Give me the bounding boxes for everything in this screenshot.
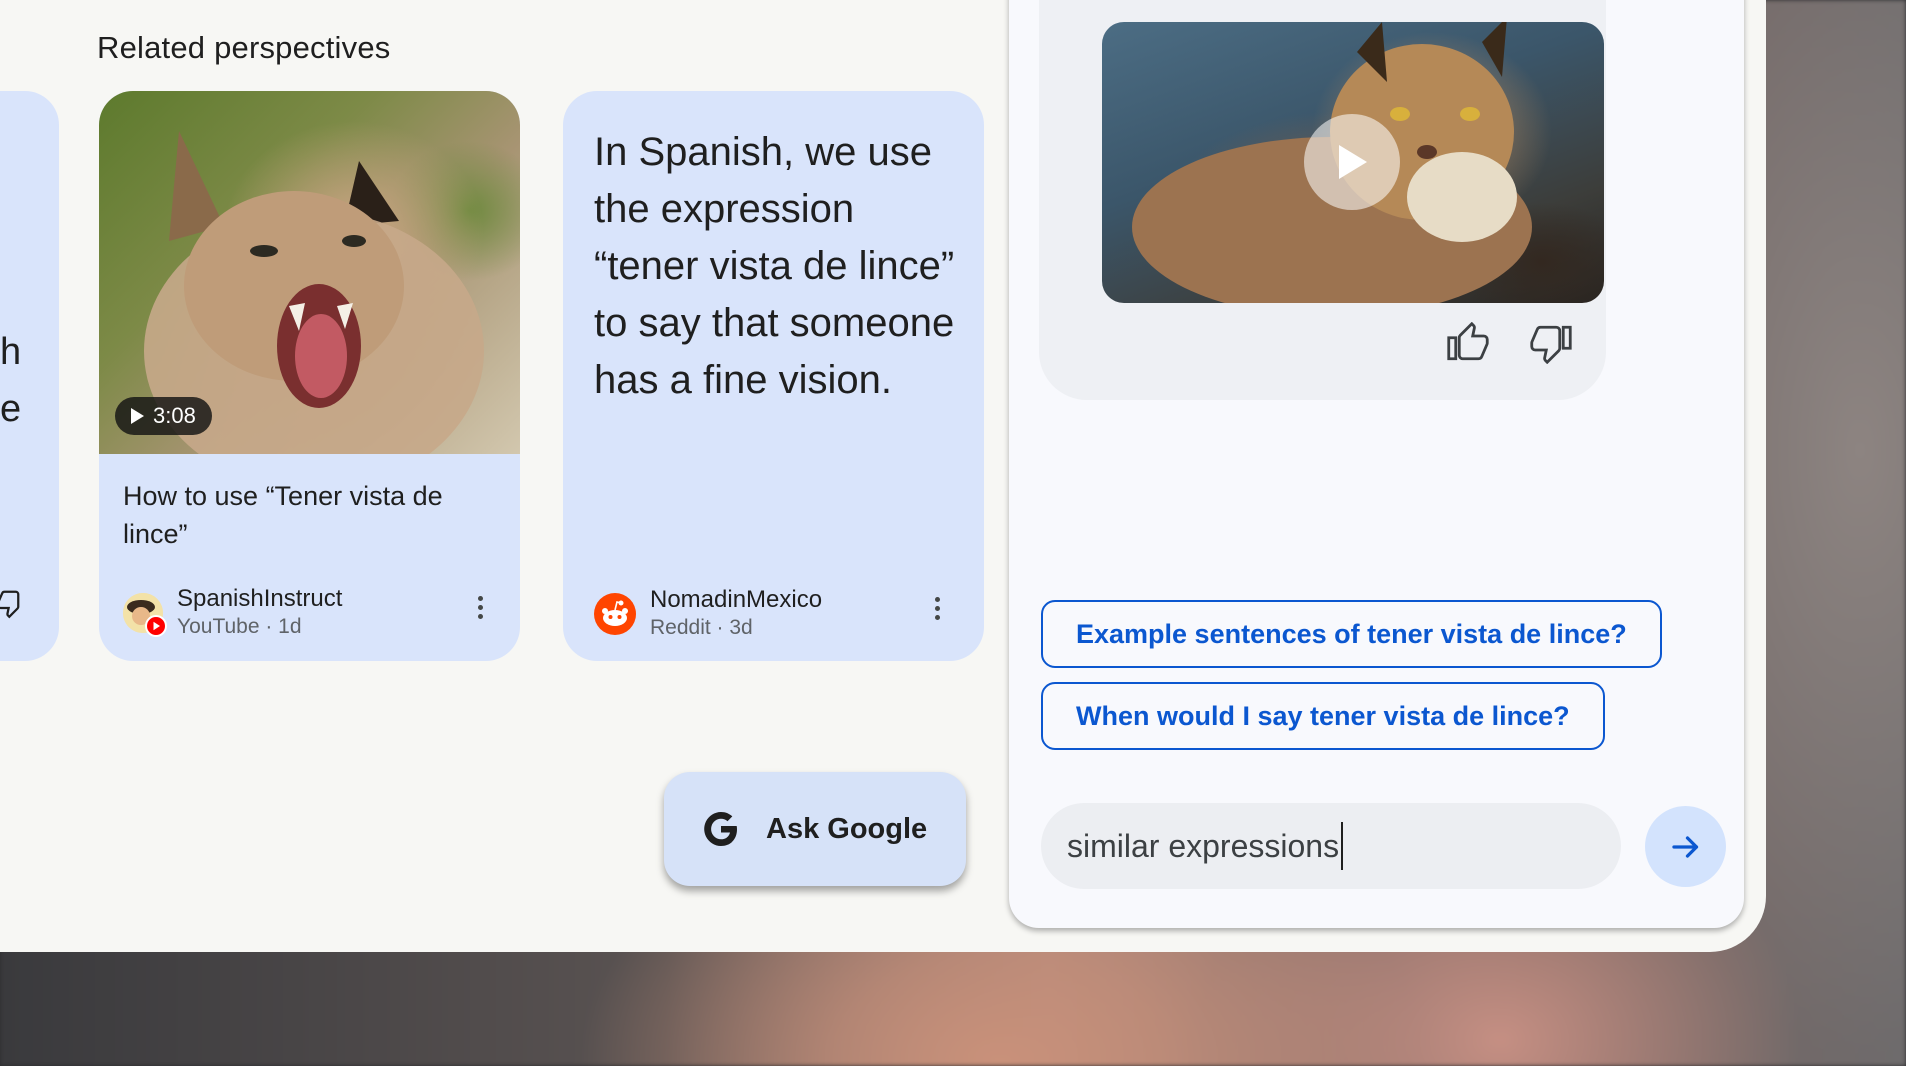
duration-badge: 3:08 xyxy=(115,397,212,435)
quote-text: In Spanish, we use the expression “tener… xyxy=(594,130,955,402)
reddit-icon xyxy=(594,593,636,635)
video-source: SpanishInstruct YouTube · 1d xyxy=(123,585,342,641)
quote-perspective-card[interactable]: In Spanish, we use the expression “tener… xyxy=(563,91,984,661)
duration-text: 3:08 xyxy=(153,403,196,428)
card-text-fragment: h xyxy=(0,331,22,373)
play-button[interactable] xyxy=(1304,114,1400,210)
source-subtitle: YouTube · 1d xyxy=(177,615,302,638)
chat-panel: Example sentences of tener vista de linc… xyxy=(1009,0,1744,928)
previous-perspective-card[interactable]: h e xyxy=(0,91,59,661)
send-arrow-icon xyxy=(1671,835,1698,858)
send-button[interactable] xyxy=(1645,806,1726,887)
source-name: SpanishInstruct xyxy=(177,585,343,612)
card-text-fragment: e xyxy=(0,388,22,430)
thumb-down-icon[interactable] xyxy=(1530,322,1572,364)
app-screen: Related perspectives h e 3:08 How to use… xyxy=(0,0,1766,952)
thumb-up-icon[interactable] xyxy=(1447,322,1489,364)
source-meta: SpanishInstruct YouTube · 1d xyxy=(177,585,342,641)
video-title[interactable]: How to use “Tener vista de lince” xyxy=(123,477,493,553)
suggestion-chip[interactable]: Example sentences of tener vista de linc… xyxy=(1041,600,1662,668)
ask-google-button[interactable]: Ask Google xyxy=(664,772,966,886)
chat-input-value[interactable]: similar expressions xyxy=(1067,828,1339,865)
response-bubble xyxy=(1039,0,1606,400)
section-title: Related perspectives xyxy=(97,30,391,65)
ask-google-label: Ask Google xyxy=(766,812,928,845)
more-vert-icon[interactable] xyxy=(935,597,941,624)
thumb-down-icon[interactable] xyxy=(0,587,27,619)
lynx-video-player[interactable] xyxy=(1102,22,1604,303)
video-perspective-card[interactable]: 3:08 How to use “Tener vista de lince” S… xyxy=(99,91,520,661)
play-icon xyxy=(131,408,144,424)
youtube-badge-icon xyxy=(145,615,167,637)
source-meta: NomadinMexico Reddit · 3d xyxy=(650,586,822,642)
quote-source: NomadinMexico Reddit · 3d xyxy=(594,586,822,642)
suggestion-chip[interactable]: When would I say tener vista de lince? xyxy=(1041,682,1605,750)
text-caret xyxy=(1341,822,1344,870)
chat-input[interactable]: similar expressions xyxy=(1041,803,1621,889)
more-vert-icon[interactable] xyxy=(478,596,484,623)
source-subtitle: Reddit · 3d xyxy=(650,616,753,639)
source-name: NomadinMexico xyxy=(650,586,823,613)
lynx-kitten-thumbnail[interactable]: 3:08 xyxy=(99,91,520,454)
google-g-icon xyxy=(704,812,737,846)
channel-avatar xyxy=(123,593,167,637)
play-icon xyxy=(1339,145,1367,179)
